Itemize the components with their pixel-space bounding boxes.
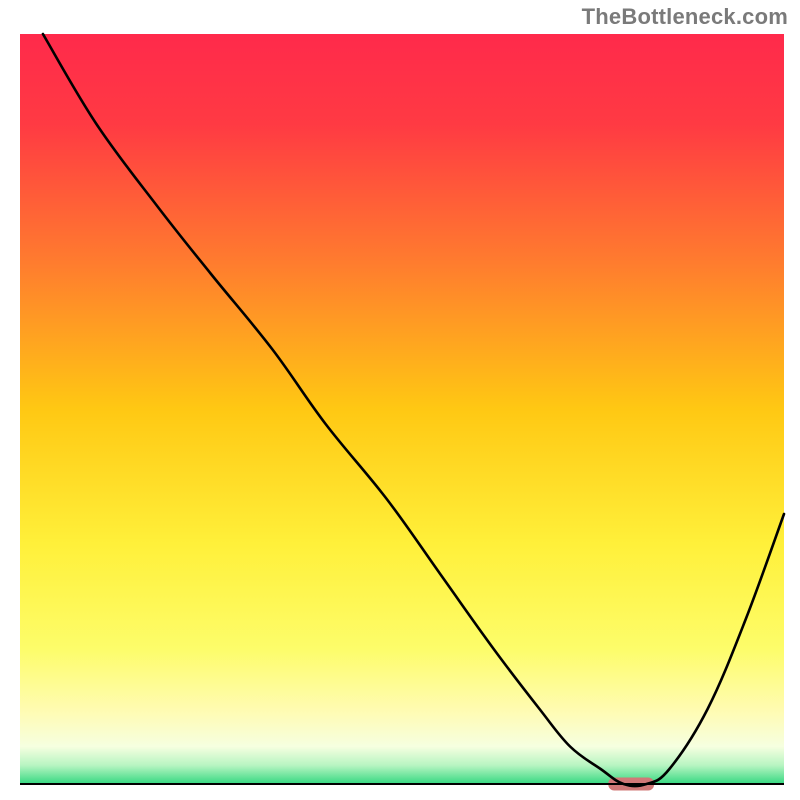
- watermark-label: TheBottleneck.com: [582, 4, 788, 30]
- bottleneck-chart: [0, 0, 800, 800]
- plot-background: [20, 34, 784, 784]
- chart-container: TheBottleneck.com: [0, 0, 800, 800]
